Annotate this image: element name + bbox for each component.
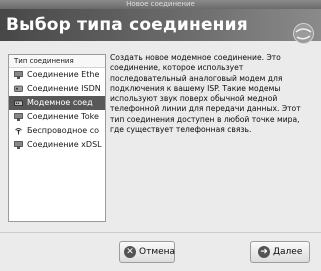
list-item-label: Соединение Toke: [27, 112, 99, 121]
list-item-xdsl[interactable]: Соединение xDSL: [9, 138, 105, 152]
list-item-isdn[interactable]: Соединение ISDN: [9, 82, 105, 96]
list-item-ethernet[interactable]: Соединение Ethe: [9, 68, 105, 82]
list-item-label: Беспроводное со: [27, 126, 100, 135]
list-item-label: Модемное соед: [27, 98, 93, 107]
cancel-button-label: Отмена: [139, 247, 176, 257]
list-item-label: Соединение Ethe: [27, 70, 100, 79]
new-connection-window: Новое соединение Выбор типа соединения Т…: [0, 0, 321, 271]
page-title: Выбор типа соединения: [0, 9, 321, 44]
connection-type-list[interactable]: Тип соединения Соединение Ethe Соединени…: [8, 54, 106, 222]
modem-icon: [14, 100, 23, 106]
connection-description: Создать новое модемное соединение. Это с…: [110, 53, 314, 203]
list-column-header[interactable]: Тип соединения: [9, 55, 105, 68]
xdsl-icon: [14, 141, 23, 149]
list-item-token-ring[interactable]: Соединение Toke: [9, 110, 105, 124]
cancel-button[interactable]: ✕ Отмена: [119, 241, 175, 263]
token-ring-icon: [14, 113, 23, 121]
button-divider: [0, 232, 321, 233]
list-item-modem[interactable]: Модемное соед: [9, 96, 105, 110]
next-button-label: Далее: [273, 247, 303, 257]
page-title-text: Выбор типа соединения: [6, 15, 248, 35]
list-item-wireless[interactable]: Беспроводное со: [9, 124, 105, 138]
wireless-icon: [15, 128, 22, 135]
ethernet-icon: [14, 71, 23, 79]
arrow-right-icon: ➜: [258, 246, 270, 258]
window-titlebar[interactable]: Новое соединение: [0, 0, 321, 9]
list-item-label: Соединение xDSL: [27, 140, 102, 149]
cancel-icon: ✕: [124, 246, 136, 258]
description-text: Создать новое модемное соединение. Это с…: [110, 53, 301, 135]
network-logo-icon: [293, 23, 314, 44]
isdn-icon: [14, 85, 23, 92]
next-button[interactable]: ➜ Далее: [250, 241, 310, 263]
list-item-label: Соединение ISDN: [27, 84, 101, 93]
